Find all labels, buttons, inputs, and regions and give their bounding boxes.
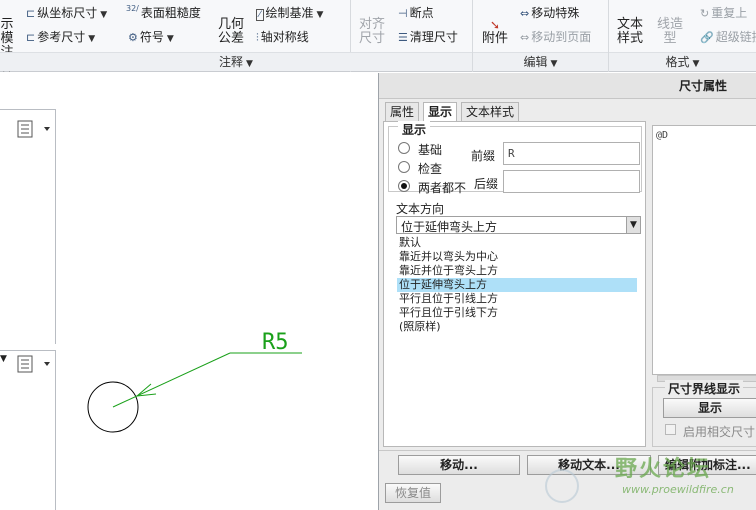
display-tab-body: 显示 基础 检查 两者都不 前缀 R 后缀 文本方向 位于延伸弯头上方 ▼ 默认…: [383, 121, 646, 447]
restore-values-button[interactable]: 恢复值: [385, 483, 441, 503]
suffix-label: 后缀: [474, 177, 499, 191]
chevron-down-icon[interactable]: ▼: [100, 10, 107, 20]
list-item[interactable]: 默认: [397, 236, 637, 250]
line-style-label-2: 型: [663, 31, 677, 46]
show-model-annotation-label-1: 示模: [0, 17, 14, 46]
chevron-down-icon[interactable]: ▼: [626, 217, 640, 233]
watermark-title: 野火论坛: [615, 457, 712, 482]
radio-neither[interactable]: [398, 180, 410, 192]
reference-dimension-button[interactable]: ⊏ 参考尺寸 ▼: [26, 28, 95, 45]
suffix-input[interactable]: [503, 170, 640, 193]
list-item[interactable]: (照原样): [397, 320, 637, 334]
move-special-icon: ⇔: [520, 7, 530, 20]
align-dimensions-label-1: 对齐: [358, 17, 385, 32]
prefix-label: 前缀: [471, 149, 496, 163]
cleanup-dimensions-icon: ☰: [398, 31, 408, 44]
symbol-text-box[interactable]: @D: [652, 125, 756, 375]
arrow-head-icon: [136, 383, 157, 397]
chevron-down-icon[interactable]: ▼: [88, 34, 95, 44]
dimension-text[interactable]: R5: [262, 330, 289, 355]
radio-neither-label: 两者都不: [418, 181, 467, 195]
geometric-tolerance-label-2: 公差: [217, 31, 244, 46]
text-direction-value: 位于延伸弯头上方: [401, 220, 498, 234]
reference-dimension-icon: ⊏: [26, 31, 36, 44]
repeat-icon: ↻: [700, 7, 710, 20]
attach-icon: ➘: [489, 18, 501, 32]
display-group-label: 显示: [398, 121, 431, 138]
line-style-label-1: 线造: [656, 17, 683, 32]
list-item[interactable]: 靠近并以弯头为中心: [397, 250, 637, 264]
cleanup-dimensions-button[interactable]: ☰ 清理尺寸: [398, 28, 458, 45]
datum-feature-button[interactable]: ⁄ 绘制基准 ▼: [256, 4, 323, 21]
breakpoint-icon: ⊣: [398, 7, 408, 20]
text-style-label-1: 文本: [616, 17, 643, 32]
geometric-tolerance-button[interactable]: 几何 公差: [216, 18, 246, 46]
align-dimensions-button[interactable]: 对齐 尺寸: [357, 18, 387, 46]
chevron-down-icon: ▼: [246, 59, 253, 69]
attach-button[interactable]: ➘ 附件: [480, 18, 510, 46]
move-button[interactable]: 移动...: [398, 455, 520, 475]
enable-cross-label: 启用相交尺寸: [683, 425, 756, 439]
radio-inspect-label: 检查: [418, 162, 443, 176]
hyperlink-icon: 🔗: [700, 31, 714, 44]
align-dimensions-label-2: 尺寸: [358, 31, 385, 46]
move-to-page-icon: ⇔: [520, 31, 530, 44]
radio-inspect[interactable]: [398, 161, 410, 173]
witness-line-group-label: 尺寸界线显示: [665, 380, 744, 397]
text-style-label-2: 样式: [616, 31, 643, 46]
text-style-button[interactable]: 文本 样式: [614, 18, 646, 46]
group-edit[interactable]: 编辑 ▼: [473, 52, 608, 71]
drawing-canvas[interactable]: ▼ R5: [0, 73, 378, 510]
enable-cross-checkbox[interactable]: [665, 424, 676, 435]
leader-line[interactable]: [112, 352, 231, 408]
group-format[interactable]: 格式 ▼: [609, 52, 756, 71]
watermark-logo-icon: [545, 469, 579, 503]
text-direction-select[interactable]: 位于延伸弯头上方 ▼: [396, 216, 641, 234]
axis-symmetry-icon: ⫶: [256, 31, 259, 44]
attach-label: 附件: [481, 31, 508, 46]
text-direction-list[interactable]: 默认 靠近并以弯头为中心 靠近并位于弯头上方 位于延伸弯头上方 平行且位于引线上…: [396, 235, 641, 335]
chevron-down-icon: ▼: [550, 59, 558, 69]
radio-basic[interactable]: [398, 142, 410, 154]
line-style-button[interactable]: 线造 型: [654, 18, 686, 46]
move-to-page-button[interactable]: ⇔ 移动到页面: [520, 28, 591, 45]
witness-show-button[interactable]: 显示: [663, 398, 756, 418]
prefix-input[interactable]: R: [503, 142, 640, 165]
symbol-button[interactable]: ⚙ 符号 ▼: [128, 28, 174, 45]
tab-display[interactable]: 显示: [423, 102, 458, 122]
tab-text-style[interactable]: 文本样式: [461, 102, 520, 121]
list-item-selected[interactable]: 位于延伸弯头上方: [397, 278, 637, 292]
repeat-last-format-button[interactable]: ↻ 重复上: [700, 4, 747, 21]
ordinate-dimension-icon: ⊏: [26, 7, 36, 20]
symbol-icon: ⚙: [128, 31, 138, 44]
list-item[interactable]: 靠近并位于弯头上方: [397, 264, 637, 278]
ordinate-dimension-button[interactable]: ⊏ 纵坐标尺寸 ▼: [26, 4, 107, 21]
chevron-down-icon[interactable]: ▼: [317, 10, 324, 20]
symbol-text: @D: [656, 130, 669, 141]
radio-basic-label: 基础: [418, 143, 443, 157]
chevron-down-icon[interactable]: ▼: [167, 34, 174, 44]
group-annotation[interactable]: 注释 ▼: [0, 52, 472, 71]
watermark-url: www.proewildfire.cn: [622, 483, 734, 496]
surface-finish-icon: 32/: [126, 4, 139, 13]
chevron-down-icon: ▼: [692, 59, 700, 69]
dimension-properties-panel: 尺寸属性 属性 显示 文本样式 显示 基础 检查 两者都不 前缀 R 后缀 文本…: [378, 73, 756, 510]
geometric-tolerance-label-1: 几何: [217, 17, 244, 32]
ribbon: 示模 注释 ⊏纵坐标尺寸▼ ⊏参考尺寸▼ 32/表面粗糙度 ⚙符号▼ 几何 公差…: [0, 0, 756, 74]
tab-properties[interactable]: 属性: [385, 102, 420, 121]
datum-feature-icon: ⁄: [256, 9, 264, 21]
panel-title: 尺寸属性: [379, 73, 756, 99]
list-item[interactable]: 平行且位于引线下方: [397, 306, 637, 320]
drawing-svg: R5: [87, 330, 302, 433]
list-item[interactable]: 平行且位于引线上方: [397, 292, 637, 306]
hyperlink-button[interactable]: 🔗超级链接: [700, 28, 756, 45]
breakpoint-button[interactable]: ⊣ 断点: [398, 4, 434, 21]
axis-symmetry-button[interactable]: ⫶ 轴对称线: [256, 28, 309, 45]
surface-finish-button[interactable]: 32/表面粗糙度: [126, 4, 201, 21]
text-direction-label: 文本方向: [396, 202, 445, 216]
move-special-button[interactable]: ⇔ 移动特殊: [520, 4, 579, 21]
